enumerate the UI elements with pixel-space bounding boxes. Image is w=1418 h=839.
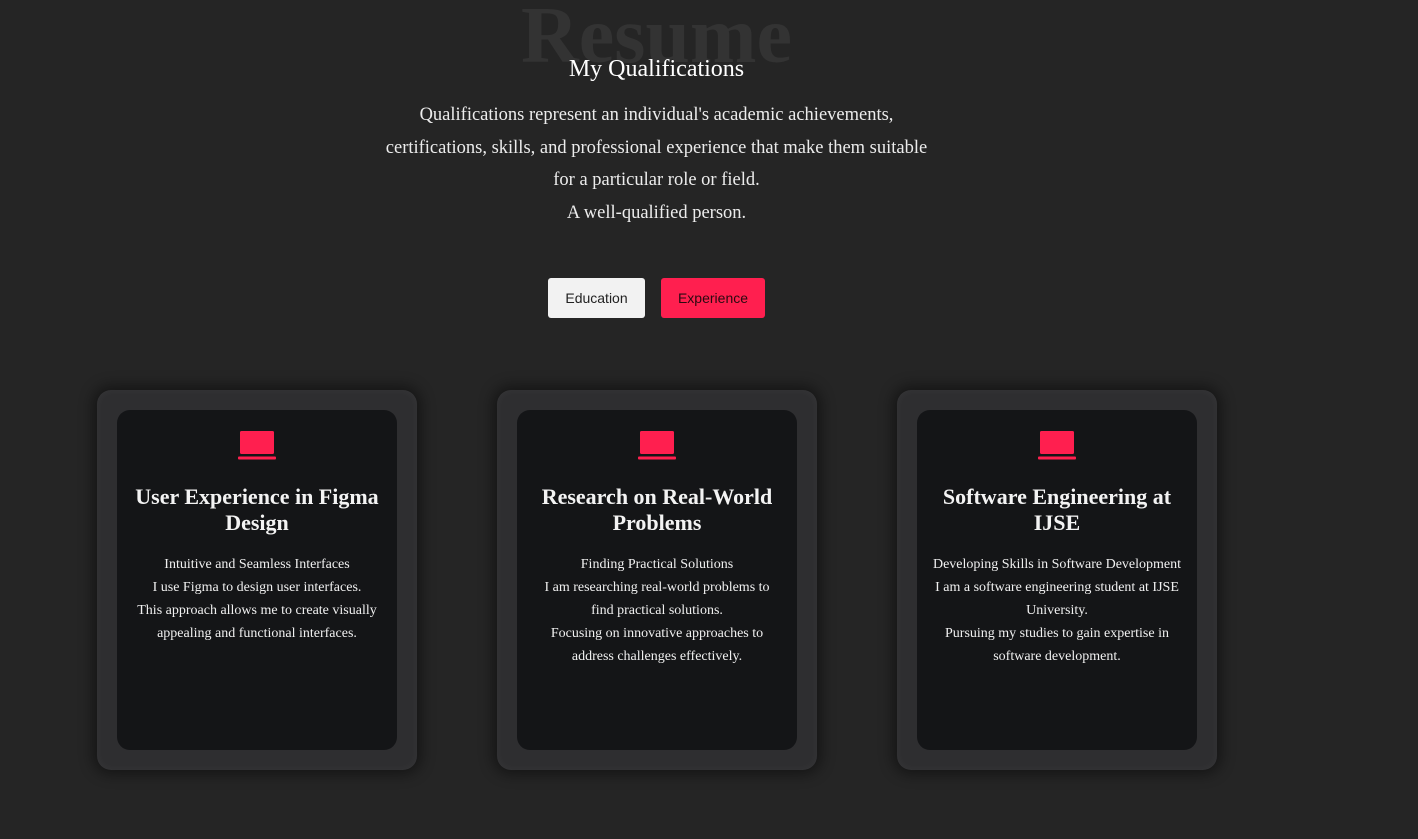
card-line: Finding Practical Solutions	[580, 557, 734, 572]
card-line: Intuitive and Seamless Interfaces	[164, 557, 350, 572]
card-line: University.	[1026, 603, 1088, 618]
intro-paragraph: Qualifications represent an individual's…	[370, 99, 943, 230]
card-line: address challenges effectively.	[571, 649, 743, 664]
qualification-card: Research on Real-World Problems Finding …	[497, 390, 817, 770]
card-line: appealing and functional interfaces.	[157, 626, 357, 641]
intro-line: A well-qualified person.	[566, 203, 747, 224]
intro-line: Qualifications represent an individual's…	[419, 105, 894, 125]
card-content: Software Engineering at IJSE Developing …	[917, 410, 1197, 750]
qualification-card: Software Engineering at IJSE Developing …	[897, 390, 1217, 770]
qualifications-section: Resume My Qualifications Qualifications …	[0, 0, 1418, 839]
card-description: Intuitive and Seamless Interfaces I use …	[127, 553, 387, 645]
card-description: Finding Practical Solutions I am researc…	[527, 553, 787, 668]
card-description: Developing Skills in Software Developmen…	[927, 553, 1187, 668]
card-line: I am researching real-world problems to	[544, 580, 770, 595]
education-tab-button[interactable]: Education	[548, 278, 645, 318]
card-line: Developing Skills in Software Developmen…	[932, 557, 1182, 572]
laptop-icon	[238, 431, 276, 460]
card-title: Software Engineering at IJSE	[942, 484, 1172, 535]
section-subtitle: My Qualifications	[568, 56, 745, 82]
card-line: Pursuing my studies to gain expertise in	[945, 626, 1169, 641]
intro-line: for a particular role or field.	[553, 170, 760, 191]
card-content: Research on Real-World Problems Finding …	[517, 410, 797, 750]
experience-tab-button[interactable]: Experience	[661, 278, 765, 318]
card-content: User Experience in Figma Design Intuitiv…	[117, 410, 397, 750]
laptop-icon	[1038, 431, 1076, 460]
card-title: Research on Real-World Problems	[541, 484, 773, 535]
card-line: I use Figma to design user interfaces.	[152, 580, 362, 595]
intro-line: certifications, skills, and professional…	[385, 137, 928, 158]
qualification-card: User Experience in Figma Design Intuitiv…	[97, 390, 417, 770]
laptop-icon	[638, 431, 676, 460]
card-title: User Experience in Figma Design	[135, 484, 379, 535]
card-line: I am a software engineering student at I…	[935, 580, 1179, 595]
card-line: find practical solutions.	[591, 603, 723, 618]
card-line: This approach allows me to create visual…	[137, 603, 377, 618]
card-line: Focusing on innovative approaches to	[550, 626, 764, 641]
card-line: software development.	[993, 649, 1121, 664]
